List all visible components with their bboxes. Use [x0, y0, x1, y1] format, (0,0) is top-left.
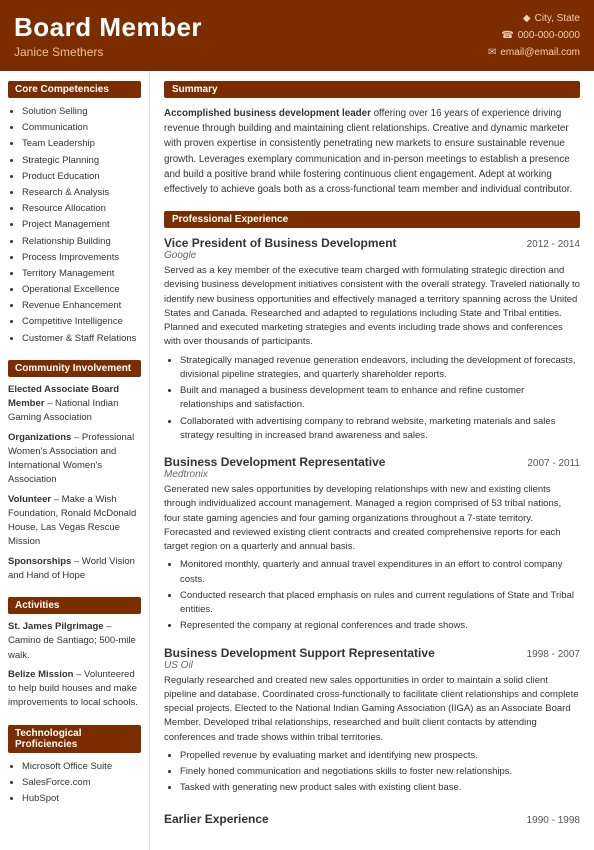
list-item: Customer & Staff Relations	[22, 331, 141, 346]
contact-email: ✉ email@email.com	[488, 44, 580, 61]
list-item: Product Education	[22, 169, 141, 184]
email-icon: ✉	[488, 44, 496, 61]
activity-item: Belize Mission – Volunteered to help bui…	[8, 668, 141, 711]
header-contact: ◆ City, State ☎ 000-000-0000 ✉ email@ema…	[488, 10, 580, 61]
list-item: Solution Selling	[22, 104, 141, 119]
tech-list: Microsoft Office Suite SalesForce.com Hu…	[8, 759, 141, 807]
job-entry: Business Development Support Representat…	[164, 646, 580, 796]
experience-section: Professional Experience Vice President o…	[164, 211, 580, 826]
core-competencies-list: Solution Selling Communication Team Lead…	[8, 104, 141, 346]
list-item: Process Improvements	[22, 250, 141, 265]
contact-location: ◆ City, State	[488, 10, 580, 27]
community-title: Community Involvement	[8, 360, 141, 377]
activities-title: Activities	[8, 597, 141, 614]
summary-bold: Accomplished business development leader	[164, 108, 371, 119]
list-item: Propelled revenue by evaluating market a…	[180, 749, 580, 763]
list-item: Strategic Planning	[22, 153, 141, 168]
job-header: Business Development Representative 2007…	[164, 455, 580, 469]
job-header: Vice President of Business Development 2…	[164, 236, 580, 250]
community-item: Organizations – Professional Women's Ass…	[8, 431, 141, 488]
list-item: Research & Analysis	[22, 185, 141, 200]
list-item: Communication	[22, 120, 141, 135]
job-company: US Oil	[164, 660, 580, 671]
summary-text: Accomplished business development leader…	[164, 106, 580, 197]
list-item: Finely honed communication and negotiati…	[180, 765, 580, 779]
list-item: SalesForce.com	[22, 775, 141, 790]
summary-rest: offering over 16 years of experience dri…	[164, 108, 572, 195]
community-item: Sponsorships – World Vision and Hand of …	[8, 555, 141, 584]
list-item: Tasked with generating new product sales…	[180, 781, 580, 795]
tech-section: Technological Proficiencies Microsoft Of…	[8, 725, 141, 807]
activity-item: St. James Pilgrimage – Camino de Santiag…	[8, 620, 141, 663]
header-left: Board Member Janice Smethers	[14, 12, 202, 59]
job-company: Google	[164, 250, 580, 261]
experience-title: Professional Experience	[164, 211, 580, 228]
list-item: Competitive Intelligence	[22, 314, 141, 329]
list-item: Relationship Building	[22, 234, 141, 249]
list-item: Monitored monthly, quarterly and annual …	[180, 558, 580, 587]
main-content: Summary Accomplished business developmen…	[150, 71, 594, 850]
community-involvement-section: Community Involvement Elected Associate …	[8, 360, 141, 583]
job-entry: Vice President of Business Development 2…	[164, 236, 580, 443]
list-item: Conducted research that placed emphasis …	[180, 589, 580, 618]
list-item: Resource Allocation	[22, 201, 141, 216]
job-header: Earlier Experience 1990 - 1998	[164, 808, 580, 826]
list-item: Territory Management	[22, 266, 141, 281]
job-dates: 1998 - 2007	[527, 649, 580, 660]
list-item: Operational Excellence	[22, 282, 141, 297]
job-description: Served as a key member of the executive …	[164, 264, 580, 350]
header-subtitle: Janice Smethers	[14, 45, 202, 59]
core-competencies-section: Core Competencies Solution Selling Commu…	[8, 81, 141, 346]
job-header: Business Development Support Representat…	[164, 646, 580, 660]
list-item: Team Leadership	[22, 136, 141, 151]
sidebar: Core Competencies Solution Selling Commu…	[0, 71, 150, 850]
earlier-dates: 1990 - 1998	[527, 815, 580, 826]
phone-icon: ☎	[501, 27, 513, 44]
summary-section: Summary Accomplished business developmen…	[164, 81, 580, 197]
tech-title: Technological Proficiencies	[8, 725, 141, 753]
job-entry: Business Development Representative 2007…	[164, 455, 580, 634]
list-item: Built and managed a business development…	[180, 384, 580, 413]
job-description: Regularly researched and created new sal…	[164, 674, 580, 745]
earlier-experience-entry: Earlier Experience 1990 - 1998	[164, 808, 580, 826]
job-company: Medtronix	[164, 469, 580, 480]
list-item: Strategically managed revenue generation…	[180, 354, 580, 383]
core-competencies-title: Core Competencies	[8, 81, 141, 98]
job-dates: 2012 - 2014	[527, 239, 580, 250]
list-item: Revenue Enhancement	[22, 298, 141, 313]
job-bullets: Monitored monthly, quarterly and annual …	[164, 558, 580, 633]
activities-section: Activities St. James Pilgrimage – Camino…	[8, 597, 141, 711]
job-title: Vice President of Business Development	[164, 236, 397, 250]
job-dates: 2007 - 2011	[527, 458, 580, 469]
community-item: Elected Associate Board Member – Nationa…	[8, 383, 141, 426]
summary-title: Summary	[164, 81, 580, 98]
job-bullets: Propelled revenue by evaluating market a…	[164, 749, 580, 796]
list-item: Project Management	[22, 217, 141, 232]
job-title: Business Development Representative	[164, 455, 385, 469]
list-item: Microsoft Office Suite	[22, 759, 141, 774]
job-title: Business Development Support Representat…	[164, 646, 435, 660]
location-icon: ◆	[523, 10, 531, 27]
contact-phone: ☎ 000-000-0000	[488, 27, 580, 44]
community-item: Volunteer – Make a Wish Foundation, Rona…	[8, 493, 141, 550]
page-header: Board Member Janice Smethers ◆ City, Sta…	[0, 0, 594, 71]
list-item: Collaborated with advertising company to…	[180, 415, 580, 444]
list-item: Represented the company at regional conf…	[180, 619, 580, 633]
job-bullets: Strategically managed revenue generation…	[164, 354, 580, 444]
main-layout: Core Competencies Solution Selling Commu…	[0, 71, 594, 850]
page-title: Board Member	[14, 12, 202, 43]
earlier-experience-title: Earlier Experience	[164, 812, 269, 826]
job-description: Generated new sales opportunities by dev…	[164, 483, 580, 554]
list-item: HubSpot	[22, 791, 141, 806]
